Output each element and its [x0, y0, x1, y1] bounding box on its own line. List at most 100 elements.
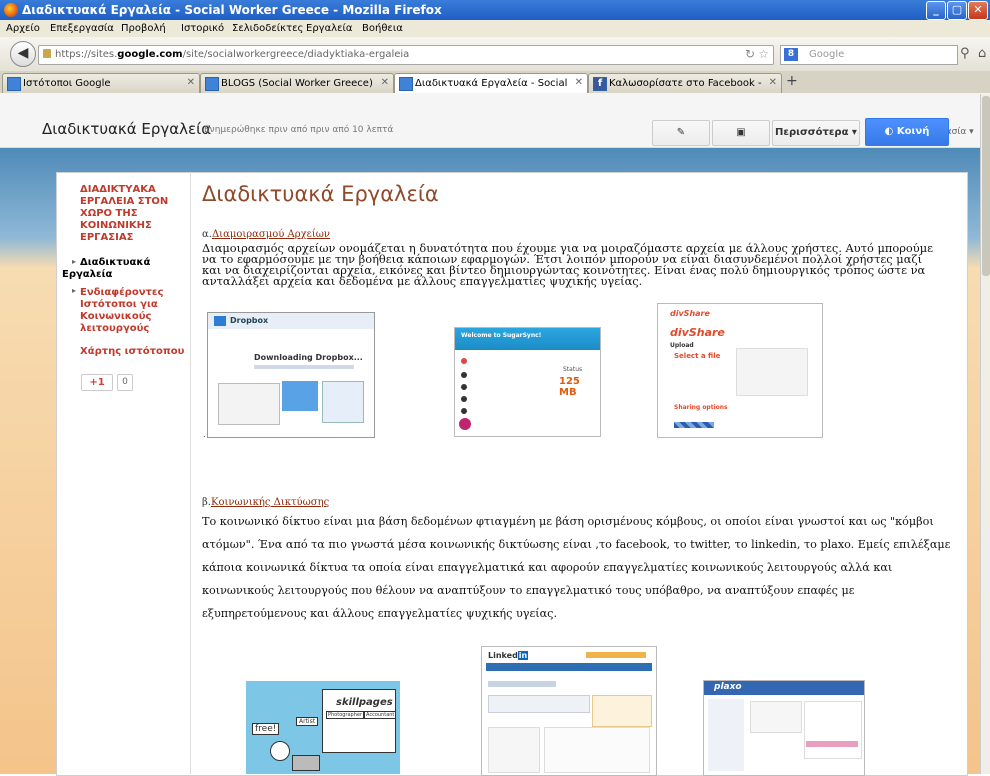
sidebar-item-interesting-sites[interactable]: Ενδιαφέροντες Ιστότοποι για Κοινωνικούς λει… [80, 287, 163, 335]
plaxo-brand: plaxo [714, 682, 742, 692]
window-controls: _ ▢ ✕ [926, 1, 988, 20]
dropbox-downloading: Downloading Dropbox... [254, 353, 363, 362]
menu-bookmarks[interactable]: Σελιδοδείκτες [232, 23, 303, 34]
file-sharing-link[interactable]: Διαμοιρασμού Αρχείων [212, 229, 330, 240]
sugarsync-screenshot[interactable]: Welcome to SugarSync! Status 125 MB [454, 327, 601, 437]
expand-arrow-icon[interactable]: ▸ [72, 257, 76, 266]
dropbox-brand: Dropbox [230, 316, 269, 325]
tab-blogs[interactable]: BLOGS (Social Worker Greece) ✕ [200, 73, 394, 93]
site-title[interactable]: Διαδικτυακά Εργαλεία [42, 120, 211, 138]
minimize-button[interactable]: _ [926, 1, 946, 20]
dropbox-window [218, 383, 280, 425]
laptop-icon [292, 755, 320, 771]
sidebar-item-current-label: Εργαλεία [62, 269, 113, 280]
back-button[interactable]: ◀ [10, 41, 36, 67]
url-bar[interactable]: https://sites.google.com/site/socialwork… [38, 45, 774, 65]
list-dot-icon [461, 408, 467, 414]
linkedin-tab [488, 681, 556, 687]
sidebar-item-current-label: Διαδικτυακά [80, 257, 151, 268]
gplus-button[interactable]: +1 [81, 374, 113, 391]
divshare-screenshot[interactable]: divShare divShare Upload Select a file S… [657, 303, 823, 438]
dropbox-screenshot[interactable]: Dropbox Downloading Dropbox... [207, 312, 375, 438]
menu-help[interactable]: Βοήθεια [362, 23, 403, 34]
skillpages-free: free! [252, 723, 280, 735]
tab-diadiktyaka[interactable]: Διαδικτυακά Εργαλεία - Social Worker Gr.… [394, 73, 588, 93]
gplus-count: 0 [117, 374, 133, 391]
sidebar-item-tools-in-social-work[interactable]: ΔΙΑΔΙΚΤΥΑΚΑ ΕΡΓΑΛΕΙΑ ΣΤΟΝ ΧΩΡΟ ΤΗΣ ΚΟΙΝΩΝΙΚ… [80, 184, 168, 244]
tab-label: Διαδικτυακά Εργαλεία - Social Worker Gr.… [415, 78, 571, 89]
skillpages-brand: skillpages [336, 697, 393, 708]
divshare-options: Sharing options [674, 404, 728, 411]
sugarsync-heading: Welcome to SugarSync! [461, 332, 542, 339]
new-tab-button[interactable]: + [786, 73, 798, 89]
divshare-select: Select a file [674, 352, 721, 360]
plaxo-screenshot[interactable]: plaxo [703, 680, 865, 776]
bookmark-star-icon[interactable]: ☆ [758, 47, 769, 61]
sites-favicon-icon [205, 77, 219, 91]
search-bar[interactable]: 8 Google [780, 45, 958, 65]
skillpages-artist: Artist [296, 717, 319, 726]
sites-favicon-icon [399, 77, 413, 91]
expand-arrow-icon[interactable]: ▸ [72, 286, 76, 295]
home-icon[interactable]: ⌂ [978, 46, 986, 61]
maximize-button[interactable]: ▢ [947, 1, 967, 20]
new-page-button[interactable]: ▣ [712, 120, 770, 146]
divshare-info-panel [736, 348, 808, 396]
sugarsync-status: Status [563, 366, 583, 373]
linkedin-navbar [486, 663, 652, 671]
bullet-dot: . [203, 430, 206, 439]
list-dot-icon [461, 384, 467, 390]
search-placeholder: Google [809, 49, 845, 60]
sites-favicon-icon [7, 77, 21, 91]
divshare-brand: divShare [670, 326, 725, 339]
menu-tools[interactable]: Εργαλεία [306, 23, 352, 34]
navigation-bar: ◀ https://sites.google.com/site/socialwo… [0, 37, 990, 72]
scrollbar-thumb[interactable] [982, 96, 990, 276]
file-sharing-paragraph: Διαμοιρασμός αρχείων ονομάζεται η δυνατό… [202, 241, 934, 288]
linkedin-search-panel [488, 695, 590, 713]
menu-edit[interactable]: Επεξεργασία [50, 23, 114, 34]
linkedin-upgrade [586, 652, 646, 658]
url-text: https://sites.google.com/site/socialwork… [55, 49, 410, 60]
menu-file[interactable]: Αρχείο [6, 23, 40, 34]
facebook-favicon-icon: f [593, 77, 607, 91]
tab-label: Ιστότοποι Google [23, 78, 111, 89]
search-icon[interactable]: ⚲ [960, 46, 970, 61]
menu-view[interactable]: Προβολή [121, 23, 166, 34]
close-tab-icon[interactable]: ✕ [575, 77, 583, 88]
lock-icon [43, 49, 51, 58]
share-button[interactable]: ◐ Κοινή χρήση [865, 118, 949, 163]
close-tab-icon[interactable]: ✕ [187, 77, 195, 88]
social-networking-link[interactable]: Κοινωνικής Δικτύωσης [211, 497, 329, 508]
page-title: Διαδικτυακά Εργαλεία [202, 182, 439, 206]
list-dot-icon [461, 396, 467, 402]
plaxo-calendar-bar [806, 741, 858, 747]
person-icon [270, 741, 290, 761]
linkedin-screenshot[interactable]: Linkedin [481, 646, 657, 776]
close-button[interactable]: ✕ [968, 1, 988, 20]
more-button[interactable]: Περισσότερα ▾ [772, 120, 860, 146]
list-dot-icon [461, 358, 467, 364]
tab-google-sites[interactable]: Ιστότοποι Google ✕ [2, 73, 200, 93]
window-titlebar: Διαδικτυακά Εργαλεία - Social Worker Gre… [0, 0, 990, 20]
tab-label: BLOGS (Social Worker Greece) [221, 78, 373, 89]
close-tab-icon[interactable]: ✕ [381, 77, 389, 88]
social-networking-paragraph: Το κοινωνικό δίκτυο είναι μια βάση δεδομ… [202, 515, 951, 620]
google-search-icon[interactable]: 8 [784, 48, 798, 61]
firefox-icon [4, 3, 18, 17]
dropbox-panel [282, 381, 318, 411]
linkedin-brand: Linkedin [488, 651, 529, 660]
sidebar-item-sitemap[interactable]: Χάρτης ιστότοπου [80, 346, 184, 358]
plaxo-panel [750, 701, 802, 733]
skillpages-screenshot[interactable]: skillpages free! Artist Photographer Acc… [240, 677, 406, 774]
edit-button[interactable]: ✎ [652, 120, 710, 146]
skillpages-photographer: Photographer [326, 711, 365, 719]
tab-facebook[interactable]: f Καλωσορίσατε στο Facebook - Συνδεθείτ.… [588, 73, 782, 93]
dropbox-panel [322, 381, 364, 423]
reload-icon[interactable]: ↻ [745, 47, 755, 61]
section-heading-file-sharing: α.Διαμοιρασμού Αρχείων [202, 229, 331, 240]
page-scrollbar[interactable] [980, 94, 990, 774]
menu-history[interactable]: Ιστορικό [181, 23, 224, 34]
linkedin-tips-panel [544, 727, 650, 773]
close-tab-icon[interactable]: ✕ [769, 77, 777, 88]
